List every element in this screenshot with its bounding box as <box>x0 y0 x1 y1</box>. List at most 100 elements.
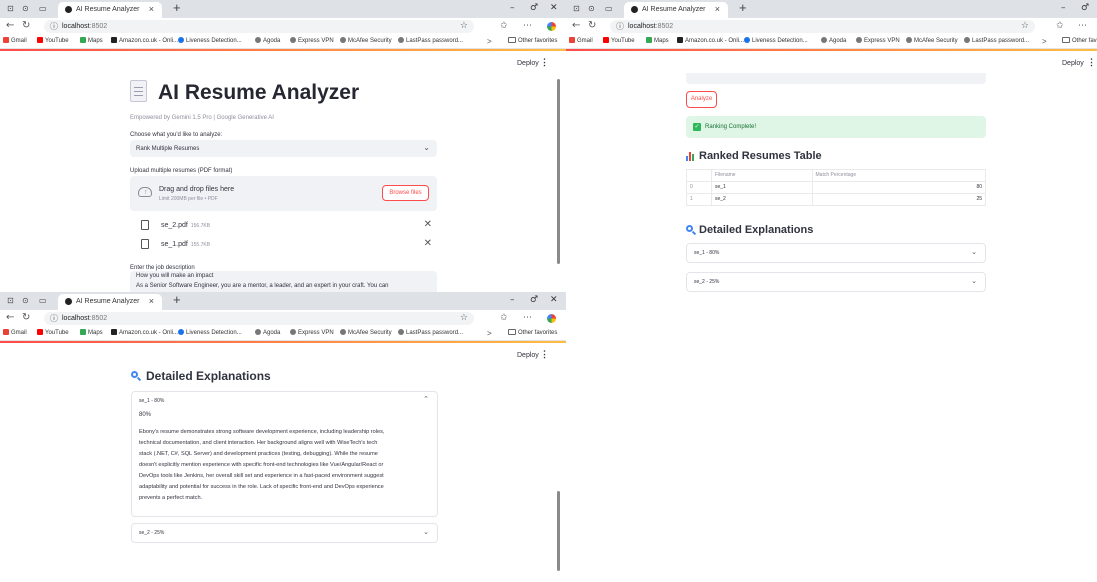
browse-files-button[interactable]: Browse files <box>382 185 429 201</box>
close-window-button[interactable]: ✕ <box>550 3 558 14</box>
profile-icon[interactable]: ⊡ <box>7 4 14 14</box>
other-favorites[interactable]: Other favorites <box>1062 37 1097 46</box>
address-bar[interactable]: ⓘ localhost:8502 ☆ <box>610 20 1035 33</box>
bookmark-gmail[interactable]: Gmail <box>3 329 27 338</box>
bookmark-gmail[interactable]: Gmail <box>569 37 593 46</box>
bookmark-mcafee[interactable]: McAfee Security <box>340 37 392 46</box>
bookmark-youtube[interactable]: YouTube <box>37 329 69 338</box>
bookmark-amazon[interactable]: Amazon.co.uk - Onli... <box>111 329 178 338</box>
bookmark-expressvpn[interactable]: Express VPN <box>290 329 334 338</box>
table-header-cell[interactable]: Filename <box>711 169 813 182</box>
tab-close-icon[interactable]: × <box>149 3 154 15</box>
bookmarks-more-icon[interactable]: > <box>1042 36 1047 47</box>
bookmark-amazon[interactable]: Amazon.co.uk - Onli... <box>677 37 744 46</box>
bookmark-youtube[interactable]: YouTube <box>37 37 69 46</box>
tab-close-icon[interactable]: × <box>715 3 720 15</box>
more-menu-icon[interactable]: ⋯ <box>523 20 532 32</box>
site-info-icon[interactable]: ⓘ <box>50 21 58 32</box>
bookmark-lastpass[interactable]: LastPass password... <box>398 329 463 338</box>
bookmark-agoda[interactable]: Agoda <box>821 37 846 46</box>
bookmark-maps[interactable]: Maps <box>646 37 669 46</box>
favorite-star-icon[interactable]: ☆ <box>460 312 468 324</box>
analyze-mode-select[interactable]: Rank Multiple Resumes ⌄ <box>130 140 437 157</box>
favorites-icon[interactable]: ✩ <box>500 20 508 32</box>
address-bar[interactable]: ⓘ localhost:8502 ☆ <box>44 20 474 33</box>
deploy-button[interactable]: Deploy <box>1062 59 1084 68</box>
bookmark-lastpass[interactable]: LastPass password... <box>398 37 463 46</box>
bookmark-gmail[interactable]: Gmail <box>3 37 27 46</box>
ranked-resumes-table[interactable]: Filename Match Percentage 0 se_1 80 1 se… <box>686 169 987 206</box>
bookmarks-more-icon[interactable]: > <box>487 328 492 339</box>
tab-close-icon[interactable]: × <box>149 295 154 307</box>
back-icon[interactable]: ← <box>6 20 14 32</box>
job-description-input-bottom[interactable] <box>686 73 986 84</box>
bookmark-youtube[interactable]: YouTube <box>603 37 635 46</box>
scrollbar[interactable] <box>557 79 560 264</box>
browser-tab-active[interactable]: AI Resume Analyzer × <box>58 294 162 310</box>
favorite-star-icon[interactable]: ☆ <box>1021 20 1029 32</box>
workspaces-icon[interactable]: ⊙ <box>22 4 29 14</box>
workspaces-icon[interactable]: ⊙ <box>22 296 29 306</box>
table-header-cell[interactable]: Match Percentage <box>811 169 987 182</box>
file-uploader-dropzone[interactable]: ↑ Drag and drop files here Limit 200MB p… <box>130 176 437 211</box>
bookmarks-more-icon[interactable]: > <box>487 36 492 47</box>
back-icon[interactable]: ← <box>6 312 14 324</box>
more-menu-icon[interactable]: ⋯ <box>523 312 532 324</box>
deploy-button[interactable]: Deploy <box>517 351 539 360</box>
expander-se2[interactable]: se_2 - 25% ⌄ <box>686 272 986 292</box>
site-info-icon[interactable]: ⓘ <box>50 313 58 324</box>
bookmark-expressvpn[interactable]: Express VPN <box>290 37 334 46</box>
other-favorites[interactable]: Other favorites <box>508 37 557 46</box>
profile-icon[interactable]: ⊡ <box>573 4 580 14</box>
new-tab-button[interactable]: + <box>173 293 181 307</box>
bookmark-maps[interactable]: Maps <box>80 329 103 338</box>
workspaces-icon[interactable]: ⊙ <box>588 4 595 14</box>
expander-se2[interactable]: se_2 - 25% ⌄ <box>131 523 438 543</box>
bookmark-agoda[interactable]: Agoda <box>255 37 280 46</box>
bookmark-maps[interactable]: Maps <box>80 37 103 46</box>
restore-button[interactable]: ♂ <box>1081 3 1089 14</box>
analyze-button[interactable]: Analyze <box>686 91 717 108</box>
favorite-star-icon[interactable]: ☆ <box>460 20 468 32</box>
bookmark-expressvpn[interactable]: Express VPN <box>856 37 900 46</box>
scrollbar[interactable] <box>557 491 560 571</box>
main-menu-icon[interactable]: ⋮ <box>1087 57 1096 68</box>
restore-button[interactable]: ♂ <box>530 3 538 14</box>
bookmark-agoda[interactable]: Agoda <box>255 329 280 338</box>
favorites-icon[interactable]: ✩ <box>500 312 508 324</box>
bookmark-liveness[interactable]: Liveness Detection... <box>178 37 242 46</box>
main-menu-icon[interactable]: ⋮ <box>540 57 549 68</box>
new-tab-button[interactable]: + <box>739 1 747 15</box>
minimize-button[interactable]: – <box>510 3 515 14</box>
reload-icon[interactable]: ↻ <box>22 20 30 32</box>
back-icon[interactable]: ← <box>572 20 580 32</box>
other-favorites[interactable]: Other favorites <box>508 329 557 338</box>
tab-actions-icon[interactable]: ▭ <box>39 296 47 306</box>
profile-icon[interactable]: ⊡ <box>7 296 14 306</box>
remove-file-icon[interactable]: ✕ <box>424 219 432 231</box>
bookmark-mcafee[interactable]: McAfee Security <box>906 37 958 46</box>
tab-actions-icon[interactable]: ▭ <box>605 4 613 14</box>
bookmark-liveness[interactable]: Liveness Detection... <box>178 329 242 338</box>
more-menu-icon[interactable]: ⋯ <box>1078 20 1087 32</box>
remove-file-icon[interactable]: ✕ <box>424 238 432 250</box>
favorites-icon[interactable]: ✩ <box>1056 20 1064 32</box>
copilot-icon[interactable] <box>547 22 556 31</box>
main-menu-icon[interactable]: ⋮ <box>540 349 549 360</box>
copilot-icon[interactable] <box>547 314 556 323</box>
restore-button[interactable]: ♂ <box>530 295 538 306</box>
browser-tab-active[interactable]: AI Resume Analyzer × <box>624 2 728 18</box>
job-description-input[interactable]: How you will make an impact As a Senior … <box>130 271 437 292</box>
bookmark-lastpass[interactable]: LastPass password... <box>964 37 1029 46</box>
site-info-icon[interactable]: ⓘ <box>616 21 624 32</box>
expander-se1[interactable]: se_1 - 80% ⌄ <box>686 243 986 263</box>
bookmark-liveness[interactable]: Liveness Detection... <box>744 37 808 46</box>
expander-se1-open[interactable]: se_1 - 80% ⌃ 80% Ebony's resume demonstr… <box>131 391 438 517</box>
new-tab-button[interactable]: + <box>173 1 181 15</box>
close-window-button[interactable]: ✕ <box>550 295 558 306</box>
bookmark-amazon[interactable]: Amazon.co.uk - Onli... <box>111 37 178 46</box>
minimize-button[interactable]: – <box>510 295 515 306</box>
address-bar[interactable]: ⓘ localhost:8502 ☆ <box>44 312 474 325</box>
tab-actions-icon[interactable]: ▭ <box>39 4 47 14</box>
reload-icon[interactable]: ↻ <box>588 20 596 32</box>
